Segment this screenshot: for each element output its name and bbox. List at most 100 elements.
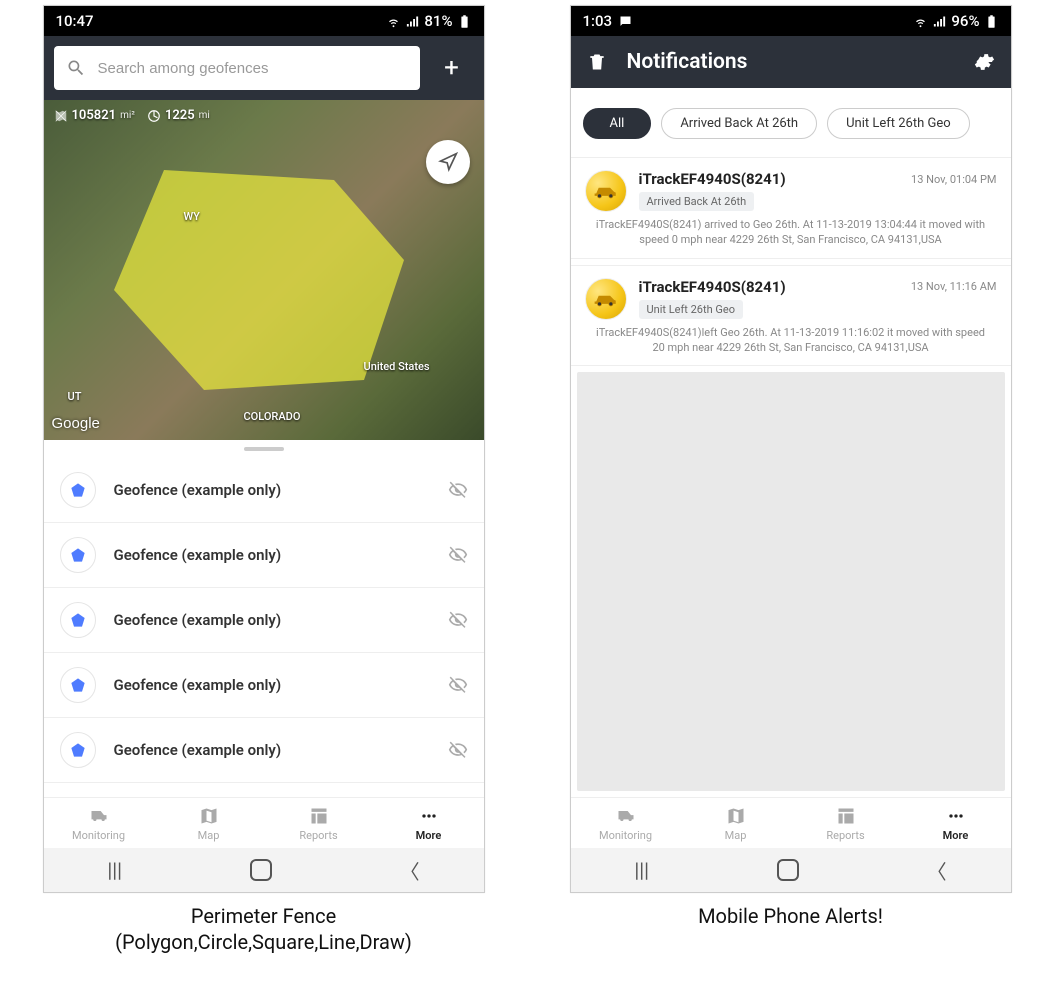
navigation-icon bbox=[438, 152, 458, 172]
filter-all[interactable]: All bbox=[583, 108, 652, 139]
table-icon bbox=[834, 806, 858, 826]
tab-map[interactable]: Map bbox=[681, 806, 791, 842]
status-bar: 1:03 96% bbox=[571, 6, 1011, 36]
notification-tag: Unit Left 26th Geo bbox=[639, 300, 743, 319]
list-item[interactable]: Geofence (example only) bbox=[44, 458, 484, 523]
tab-map[interactable]: Map bbox=[154, 806, 264, 842]
list-item[interactable]: Geofence (example only) bbox=[44, 653, 484, 718]
tab-label: Monitoring bbox=[599, 829, 652, 842]
map-stats: 105821 mi² 1225 mi bbox=[54, 108, 210, 123]
perimeter-unit: mi bbox=[199, 110, 210, 121]
area-unit: mi² bbox=[120, 110, 135, 121]
tab-reports[interactable]: Reports bbox=[264, 806, 374, 842]
gear-icon[interactable] bbox=[973, 51, 995, 73]
vehicle-icon bbox=[585, 170, 627, 212]
visibility-off-icon[interactable] bbox=[448, 545, 468, 565]
visibility-off-icon[interactable] bbox=[448, 480, 468, 500]
system-nav: ||| 〈 bbox=[44, 848, 484, 892]
back-button[interactable]: 〈 bbox=[400, 856, 420, 885]
visibility-off-icon[interactable] bbox=[448, 610, 468, 630]
phone-geofences: 10:47 81% + 105821 mi² 1225 mi bbox=[43, 5, 485, 893]
trash-icon[interactable] bbox=[587, 51, 607, 73]
caption-left: Perimeter Fence (Polygon,Circle,Square,L… bbox=[43, 903, 485, 955]
notification-title: iTrackEF4940S(8241) bbox=[639, 170, 786, 188]
list-item[interactable]: Geofence (example only) bbox=[44, 588, 484, 653]
van-icon bbox=[87, 806, 111, 826]
search-box[interactable] bbox=[54, 46, 420, 90]
tab-more[interactable]: More bbox=[901, 806, 1011, 842]
vehicle-icon bbox=[585, 278, 627, 320]
tab-label: Monitoring bbox=[72, 829, 125, 842]
perimeter-value: 1225 bbox=[165, 108, 195, 123]
geofence-label: Geofence (example only) bbox=[114, 546, 430, 564]
more-icon bbox=[417, 806, 441, 826]
recents-button[interactable]: ||| bbox=[634, 858, 649, 882]
caption-line1: Perimeter Fence bbox=[43, 903, 485, 929]
map-icon bbox=[724, 806, 748, 826]
notification-card[interactable]: iTrackEF4940S(8241) 13 Nov, 11:16 AM Uni… bbox=[571, 265, 1011, 367]
search-input[interactable] bbox=[96, 59, 408, 78]
phone-notifications: 1:03 96% Notifications All Arrived Back … bbox=[570, 5, 1012, 893]
caption-line2: (Polygon,Circle,Square,Line,Draw) bbox=[43, 929, 485, 955]
list-item[interactable]: Geofence (example only) bbox=[44, 718, 484, 783]
area-value: 105821 bbox=[72, 108, 117, 123]
signal-icon bbox=[405, 14, 420, 29]
bottom-nav: Monitoring Map Reports More bbox=[44, 797, 484, 848]
notification-title: iTrackEF4940S(8241) bbox=[639, 278, 786, 296]
geofence-label: Geofence (example only) bbox=[114, 676, 430, 694]
geofence-label: Geofence (example only) bbox=[114, 611, 430, 629]
pentagon-icon bbox=[60, 537, 96, 573]
pentagon-icon bbox=[60, 602, 96, 638]
geofence-label: Geofence (example only) bbox=[114, 741, 430, 759]
more-icon bbox=[944, 806, 968, 826]
navigate-button[interactable] bbox=[426, 140, 470, 184]
notification-time: 13 Nov, 01:04 PM bbox=[911, 173, 996, 186]
notification-card[interactable]: iTrackEF4940S(8241) 13 Nov, 01:04 PM Arr… bbox=[571, 157, 1011, 259]
map-label-wy: WY bbox=[184, 210, 200, 223]
tab-monitoring[interactable]: Monitoring bbox=[571, 806, 681, 842]
caption-text: Mobile Phone Alerts! bbox=[570, 903, 1012, 929]
battery-pct: 81% bbox=[424, 12, 452, 30]
add-geofence-button[interactable]: + bbox=[430, 46, 474, 90]
map-label-co: COLORADO bbox=[244, 410, 301, 423]
pentagon-icon bbox=[60, 667, 96, 703]
geofence-list[interactable]: Geofence (example only) Geofence (exampl… bbox=[44, 458, 484, 797]
table-icon bbox=[307, 806, 331, 826]
visibility-off-icon[interactable] bbox=[448, 675, 468, 695]
status-bar: 10:47 81% bbox=[44, 6, 484, 36]
notification-description: iTrackEF4940S(8241)left Geo 26th. At 11-… bbox=[585, 326, 997, 356]
list-item[interactable]: Geofence (example only) bbox=[44, 523, 484, 588]
map[interactable]: 105821 mi² 1225 mi WY United States COLO… bbox=[44, 100, 484, 440]
back-button[interactable]: 〈 bbox=[927, 856, 947, 885]
chat-icon bbox=[618, 14, 633, 29]
map-label-ut: UT bbox=[68, 390, 82, 403]
battery-icon bbox=[457, 14, 472, 29]
pentagon-icon bbox=[60, 472, 96, 508]
perimeter-icon bbox=[147, 109, 161, 123]
list-item[interactable]: Geofence (example only) bbox=[44, 783, 484, 797]
tab-label: Map bbox=[725, 829, 747, 842]
geofence-label: Geofence (example only) bbox=[114, 481, 430, 499]
visibility-off-icon[interactable] bbox=[448, 740, 468, 760]
caption-right: Mobile Phone Alerts! bbox=[570, 903, 1012, 929]
car-icon bbox=[593, 183, 619, 199]
tab-label: More bbox=[943, 829, 969, 842]
filter-left[interactable]: Unit Left 26th Geo bbox=[827, 108, 970, 139]
drag-handle[interactable] bbox=[44, 440, 484, 458]
signal-icon bbox=[932, 14, 947, 29]
home-button[interactable] bbox=[250, 859, 272, 881]
system-nav: ||| 〈 bbox=[571, 848, 1011, 892]
home-button[interactable] bbox=[777, 859, 799, 881]
bottom-nav: Monitoring Map Reports More bbox=[571, 797, 1011, 848]
tab-label: Reports bbox=[826, 829, 864, 842]
search-header: + bbox=[44, 36, 484, 100]
recents-button[interactable]: ||| bbox=[107, 858, 122, 882]
notification-time: 13 Nov, 11:16 AM bbox=[911, 280, 997, 293]
tab-reports[interactable]: Reports bbox=[791, 806, 901, 842]
filter-row: All Arrived Back At 26th Unit Left 26th … bbox=[571, 88, 1011, 157]
tab-more[interactable]: More bbox=[374, 806, 484, 842]
page-title: Notifications bbox=[627, 50, 953, 74]
filter-arrived[interactable]: Arrived Back At 26th bbox=[661, 108, 817, 139]
google-logo: Google bbox=[52, 415, 100, 432]
tab-monitoring[interactable]: Monitoring bbox=[44, 806, 154, 842]
